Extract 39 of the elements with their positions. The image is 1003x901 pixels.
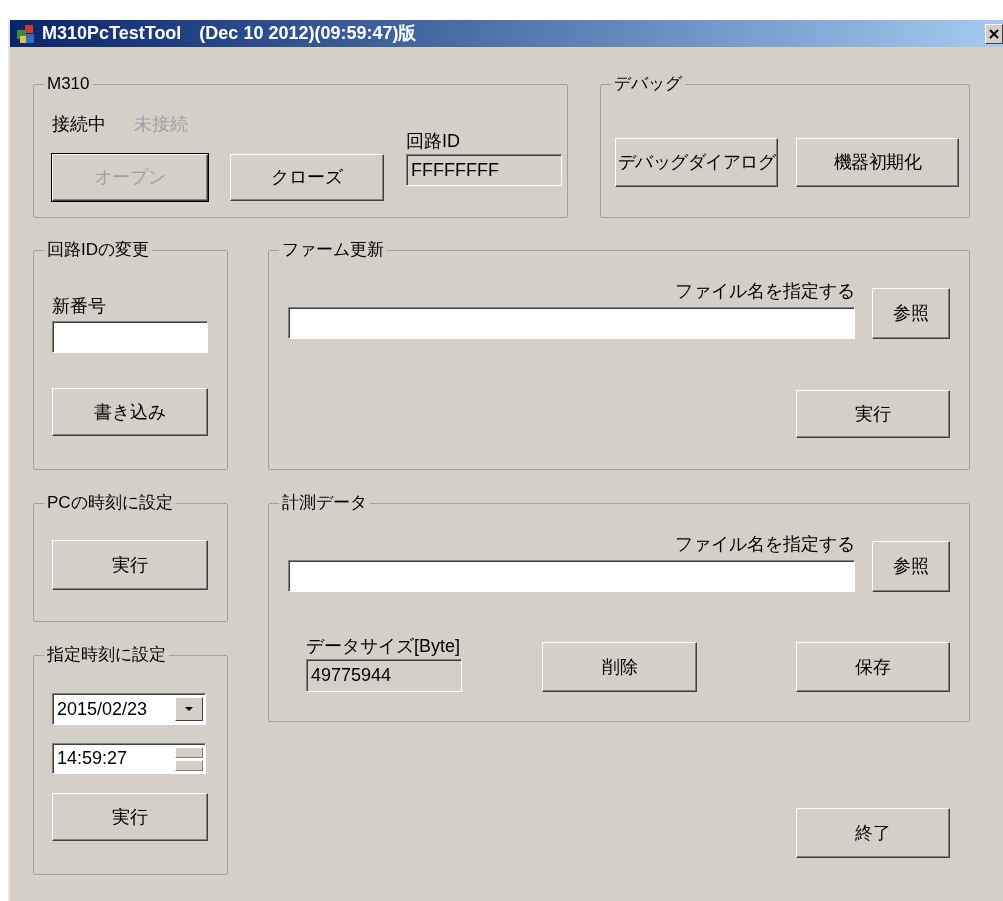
debug-dialog-button[interactable]: デバッグダイアログ: [615, 138, 778, 187]
device-init-button[interactable]: 機器初期化: [796, 138, 959, 187]
app-icon: [16, 23, 36, 44]
field-label: ファイル名を指定する: [675, 533, 855, 555]
group-label: 計測データ: [281, 493, 368, 513]
save-button[interactable]: 保存: [796, 642, 950, 692]
file-path-field[interactable]: [288, 307, 855, 339]
run-button[interactable]: 実行: [796, 390, 950, 438]
delete-button[interactable]: 削除: [542, 642, 697, 692]
run-button[interactable]: 実行: [52, 793, 208, 841]
circuit-id-field: FFFFFFFF: [406, 154, 562, 186]
new-number-field[interactable]: [52, 321, 208, 353]
exit-button[interactable]: 終了: [796, 808, 950, 858]
close-button[interactable]: [985, 23, 1003, 44]
browse-button[interactable]: 参照: [872, 288, 950, 339]
window-title: M310PcTestTool (Dec 10 2012)(09:59:47)版: [42, 22, 417, 45]
field-label: 新番号: [52, 295, 107, 317]
write-button[interactable]: 書き込み: [52, 388, 208, 436]
date-picker[interactable]: 2015/02/23: [52, 693, 206, 725]
close-connection-button[interactable]: クローズ: [230, 154, 384, 201]
field-label: 回路ID: [406, 130, 461, 152]
field-label: ファイル名を指定する: [675, 280, 855, 302]
dropdown-button[interactable]: [175, 697, 203, 721]
caret-icon: [185, 707, 193, 711]
connection-status: 接続中: [52, 113, 106, 134]
time-field[interactable]: 14:59:27: [52, 743, 206, 774]
browse-button[interactable]: 参照: [872, 541, 950, 592]
close-icon: [989, 28, 999, 39]
group-label: ファーム更新: [281, 240, 385, 260]
data-size-field: 49775944: [306, 659, 462, 692]
file-path-field[interactable]: [288, 560, 855, 592]
group-label: M310: [46, 74, 91, 94]
group-label: デバッグ: [613, 74, 683, 94]
group-label: 指定時刻に設定: [46, 645, 167, 665]
group-label: PCの時刻に設定: [46, 493, 174, 513]
spin-button[interactable]: [175, 746, 203, 771]
run-button[interactable]: 実行: [52, 540, 208, 590]
field-label: データサイズ[Byte]: [306, 635, 462, 657]
group-label: 回路IDの変更: [46, 240, 150, 260]
